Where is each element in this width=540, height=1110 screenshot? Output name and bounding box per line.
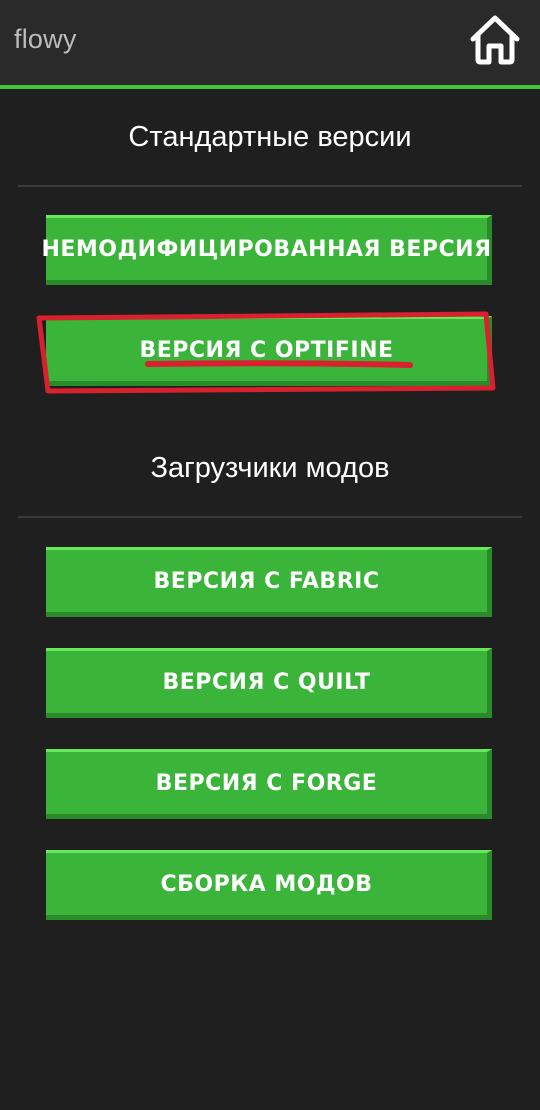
forge-version-button[interactable]: ВЕРСИЯ С FORGE: [46, 749, 492, 819]
unmodified-version-button[interactable]: НЕМОДИФИЦИРОВАННАЯ ВЕРСИЯ: [41, 215, 492, 285]
button-label: ВЕРСИЯ С FORGE: [155, 770, 378, 796]
top-bar: flowy: [0, 0, 540, 85]
top-bar-accent-line: [0, 85, 540, 89]
fabric-version-button[interactable]: ВЕРСИЯ С FABRIC: [46, 547, 492, 617]
quilt-version-button[interactable]: ВЕРСИЯ С QUILT: [46, 648, 492, 718]
modpack-button[interactable]: СБОРКА МОДОВ: [46, 850, 492, 920]
app-screen: flowy Стандартные версии НЕМОДИФИЦИРОВАН…: [0, 0, 540, 1110]
button-label: СБОРКА МОДОВ: [160, 871, 373, 897]
home-button[interactable]: [467, 12, 523, 68]
button-label: ВЕРСИЯ С QUILT: [162, 669, 371, 695]
button-label: ВЕРСИЯ С FABRIC: [153, 568, 380, 594]
button-label: НЕМОДИФИЦИРОВАННАЯ ВЕРСИЯ: [41, 236, 492, 262]
optifine-version-button[interactable]: ВЕРСИЯ С OPTIFINE: [46, 316, 492, 386]
section-divider: [18, 185, 522, 187]
section-divider: [18, 516, 522, 518]
section-title-mod-loaders: Загрузчики модов: [150, 452, 390, 484]
section-title-standard: Стандартные версии: [128, 121, 412, 153]
home-icon: [470, 15, 520, 65]
button-label: ВЕРСИЯ С OPTIFINE: [139, 337, 394, 363]
app-title: flowy: [14, 24, 77, 54]
